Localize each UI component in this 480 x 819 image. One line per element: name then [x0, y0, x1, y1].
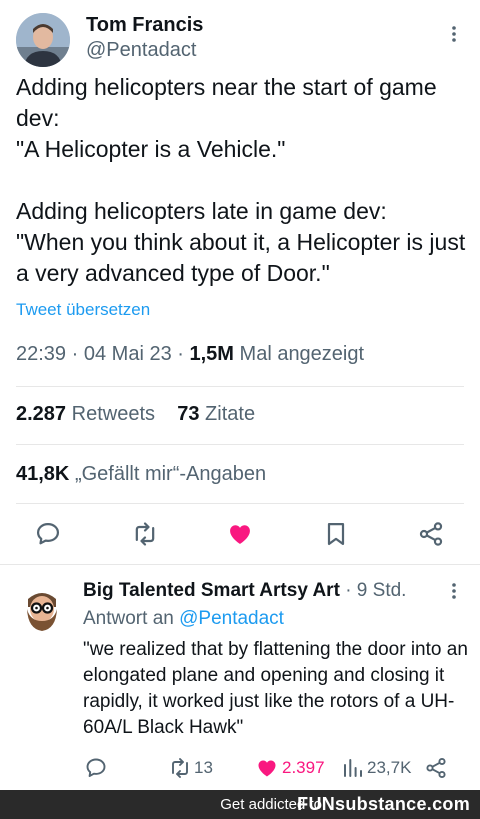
bookmark-icon — [327, 522, 345, 546]
likes-label: „Gefällt mir“-Angaben — [74, 463, 267, 485]
tweet-paragraph-2: Adding helicopters late in game dev: "Wh… — [16, 198, 466, 286]
reply-like-button[interactable]: 2.397 — [255, 756, 325, 780]
tweet-separator — [0, 564, 480, 565]
reply-retweet-button[interactable]: 13 — [168, 756, 213, 780]
author-name[interactable]: Tom Francis — [86, 14, 203, 37]
heart-icon — [258, 760, 276, 777]
heart-icon — [230, 525, 250, 544]
more-vertical-icon[interactable] — [444, 24, 464, 44]
tweet-date[interactable]: 04 Mai 23 — [84, 343, 172, 365]
retweets-stat[interactable]: 2.287 Retweets — [16, 403, 155, 425]
comment-icon — [36, 522, 60, 545]
retweets-count: 2.287 — [16, 403, 67, 425]
reply-header: Big Talented Smart Artsy Art · 9 Std. — [83, 580, 406, 602]
translate-link[interactable]: Tweet übersetzen — [16, 300, 150, 320]
reply-separator: · — [345, 580, 352, 601]
retweets-label: Retweets — [71, 403, 155, 425]
retweet-icon — [172, 758, 188, 778]
footer-brand: FUNsubstance.com — [297, 794, 470, 814]
quotes-count: 73 — [177, 403, 200, 425]
reply-time[interactable]: 9 Std. — [357, 580, 407, 601]
retweet-button[interactable] — [125, 514, 165, 554]
share-button[interactable] — [411, 514, 451, 554]
reply-reply-button[interactable] — [84, 756, 108, 780]
tweet-paragraph-1: Adding helicopters near the start of gam… — [16, 74, 437, 162]
likes-stat[interactable]: 41,8K „Gefällt mir“-Angaben — [16, 463, 266, 486]
divider — [16, 503, 464, 504]
reply-views-button[interactable]: 23,7K — [341, 756, 411, 780]
reply-retweet-count: 13 — [194, 758, 213, 777]
quotes-stat[interactable]: 73 Zitate — [177, 403, 255, 425]
reply-share-button[interactable] — [424, 756, 448, 780]
views-count: 1,5M — [189, 343, 234, 365]
watermark-footer: Get addicted to FUNsubstance.com — [0, 790, 480, 819]
reply-text: "we realized that by flattening the door… — [83, 639, 468, 738]
author-handle[interactable]: @Pentadact — [86, 39, 196, 62]
reply-author-name[interactable]: Big Talented Smart Artsy Art — [83, 580, 340, 601]
more-vertical-icon[interactable] — [444, 581, 464, 601]
reply-views-count: 23,7K — [367, 758, 412, 777]
retweets-quotes-stats: 2.287 Retweets 73 Zitate — [16, 403, 255, 426]
reply-like-count: 2.397 — [282, 758, 325, 777]
reply-button[interactable] — [28, 514, 68, 554]
views-label: Mal angezeigt — [239, 343, 365, 365]
meta-dot: · — [71, 343, 79, 365]
share-icon — [419, 522, 443, 546]
reply-author-avatar[interactable] — [18, 585, 66, 633]
retweet-icon — [135, 522, 155, 546]
reply-to-mention[interactable]: @Pentadact — [179, 608, 284, 629]
divider — [16, 386, 464, 387]
tweet-text: Adding helicopters near the start of gam… — [16, 72, 471, 289]
likes-count: 41,8K — [16, 463, 70, 485]
reply-to-label: Antwort an — [83, 608, 174, 629]
author-avatar[interactable] — [16, 13, 70, 67]
bookmark-button[interactable] — [316, 514, 356, 554]
comment-icon — [86, 758, 106, 777]
like-button[interactable] — [220, 514, 260, 554]
reply-to-line: Antwort an @Pentadact — [83, 608, 284, 630]
tweet-meta: 22:39 · 04 Mai 23 · 1,5M Mal angezeigt — [16, 343, 364, 366]
bar-chart-icon — [344, 759, 362, 777]
quotes-label: Zitate — [205, 403, 256, 425]
divider — [16, 444, 464, 445]
meta-dot: · — [177, 343, 184, 365]
tweet-time[interactable]: 22:39 — [16, 343, 66, 365]
share-icon — [426, 757, 446, 779]
